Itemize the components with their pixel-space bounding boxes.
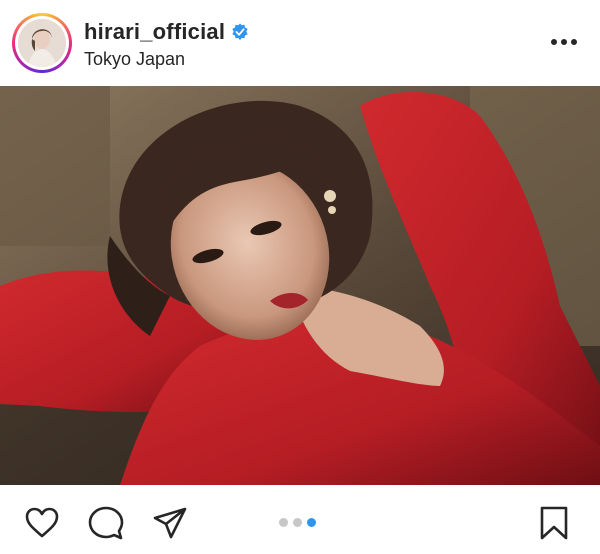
carousel-indicator bbox=[279, 518, 316, 527]
comment-icon[interactable] bbox=[88, 505, 124, 541]
post-photo[interactable] bbox=[0, 86, 600, 485]
carousel-dot-active bbox=[307, 518, 316, 527]
avatar-border bbox=[15, 16, 69, 70]
carousel-dot bbox=[279, 518, 288, 527]
profile-avatar-ring[interactable] bbox=[12, 13, 72, 73]
more-options-icon[interactable] bbox=[550, 32, 578, 52]
bookmark-icon[interactable] bbox=[536, 505, 572, 541]
verified-badge-icon bbox=[232, 23, 248, 41]
username-row: hirari_official bbox=[84, 18, 249, 46]
avatar[interactable] bbox=[18, 19, 66, 67]
location-link[interactable]: Tokyo Japan bbox=[84, 49, 185, 70]
share-icon[interactable] bbox=[152, 505, 188, 541]
heart-icon[interactable] bbox=[24, 505, 60, 541]
avatar-portrait-image bbox=[18, 19, 66, 67]
post-header: hirari_official Tokyo Japan bbox=[0, 0, 600, 86]
carousel-dot bbox=[293, 518, 302, 527]
portrait-photo-image bbox=[0, 86, 600, 485]
username[interactable]: hirari_official bbox=[84, 19, 225, 45]
